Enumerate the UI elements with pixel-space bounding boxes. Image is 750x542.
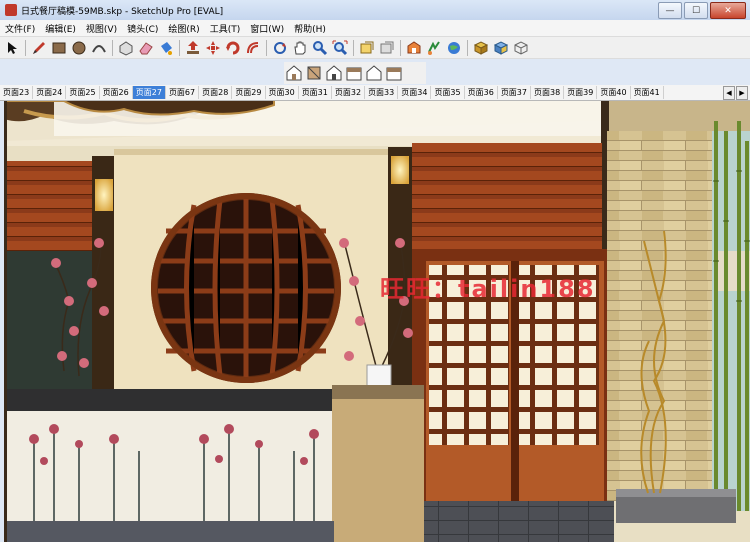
menu-window[interactable]: 窗口(W) (245, 22, 289, 35)
paint-bucket-icon[interactable] (157, 39, 175, 57)
right-view-icon[interactable] (345, 64, 363, 82)
next-view-icon[interactable] (378, 39, 396, 57)
toolbar-separator (179, 39, 180, 56)
scene-tab[interactable]: 页面35 (431, 86, 465, 99)
window-title: 日式餐厅稿模-59MB.skp - SketchUp Pro [EVAL] (21, 6, 224, 17)
scene-tab[interactable]: 页面24 (33, 86, 67, 99)
menu-help[interactable]: 帮助(H) (289, 22, 331, 35)
scene-tab[interactable]: 页面67 (166, 86, 200, 99)
scene-tab[interactable]: 页面31 (299, 86, 332, 99)
sketchup-window: 日式餐厅稿模-59MB.skp - SketchUp Pro [EVAL] — … (0, 0, 750, 542)
offset-icon[interactable] (244, 39, 262, 57)
toolbar-separator (25, 39, 26, 56)
front-view-icon[interactable] (325, 64, 343, 82)
tabs-scroll-right-icon[interactable]: ▶ (736, 86, 748, 100)
make-component-icon[interactable] (117, 39, 135, 57)
views-toolbar (284, 62, 426, 84)
extension-icon[interactable] (512, 39, 530, 57)
google-earth-icon[interactable] (445, 39, 463, 57)
zoom-extents-icon[interactable] (331, 39, 349, 57)
scene-tab[interactable]: 页面25 (66, 86, 100, 99)
scene-tab[interactable]: 页面40 (597, 86, 631, 99)
toolbar-separator (353, 39, 354, 56)
main-toolbar (0, 37, 750, 59)
move-icon[interactable] (204, 39, 222, 57)
scene-tab[interactable]: 页面29 (232, 86, 266, 99)
toolbar-separator (400, 39, 401, 56)
scene-tab[interactable]: 页面39 (564, 86, 598, 99)
pan-icon[interactable] (291, 39, 309, 57)
model-viewport[interactable]: 旺旺：tailin188 (4, 101, 750, 542)
left-view-icon[interactable] (385, 64, 403, 82)
rectangle-icon[interactable] (50, 39, 68, 57)
iso-view-icon[interactable] (285, 64, 303, 82)
eraser-icon[interactable] (137, 39, 155, 57)
previous-view-icon[interactable] (358, 39, 376, 57)
scene-tab[interactable]: 页面38 (531, 86, 565, 99)
scene-tab[interactable]: 页面28 (199, 86, 233, 99)
menu-file[interactable]: 文件(F) (0, 22, 40, 35)
menu-edit[interactable]: 编辑(E) (40, 22, 81, 35)
close-button[interactable]: ✕ (710, 2, 746, 19)
back-view-icon[interactable] (365, 64, 383, 82)
menu-camera[interactable]: 镜头(C) (122, 22, 163, 35)
minimize-button[interactable]: — (658, 2, 682, 19)
scene-tabs-bar: 页面23 页面24 页面25 页面26 页面27 页面67 页面28 页面29 … (0, 85, 750, 101)
share-component-icon[interactable] (492, 39, 510, 57)
toolbar-separator (266, 39, 267, 56)
menu-bar: 文件(F) 编辑(E) 视图(V) 镜头(C) 绘图(R) 工具(T) 窗口(W… (0, 20, 750, 37)
scene-tab[interactable]: 页面34 (398, 86, 432, 99)
scene-tab[interactable]: 页面30 (266, 86, 299, 99)
toolbar-separator (467, 39, 468, 56)
menu-tools[interactable]: 工具(T) (205, 22, 246, 35)
scene-tab[interactable]: 页面26 (100, 86, 133, 99)
menu-view[interactable]: 视图(V) (81, 22, 122, 35)
scene-tab[interactable]: 页面33 (365, 86, 399, 99)
select-icon[interactable] (3, 39, 21, 57)
scene-tab[interactable]: 页面41 (631, 86, 664, 99)
scene-tab[interactable]: 页面32 (332, 86, 366, 99)
arc-icon[interactable] (90, 39, 108, 57)
scene-tab-active[interactable]: 页面27 (132, 86, 166, 99)
scene-tab[interactable]: 页面37 (498, 86, 531, 99)
toolbar-separator (112, 39, 113, 56)
3d-warehouse-icon[interactable] (405, 39, 423, 57)
scene-tab[interactable]: 页面23 (0, 86, 34, 99)
maximize-button[interactable]: ☐ (684, 2, 708, 19)
tabs-scroll-left-icon[interactable]: ◀ (723, 86, 735, 100)
orbit-icon[interactable] (271, 39, 289, 57)
get-models-icon[interactable] (472, 39, 490, 57)
watermark-text: 旺旺：tailin188 (380, 275, 596, 303)
sketchup-app-icon (5, 4, 17, 16)
pencil-icon[interactable] (30, 39, 48, 57)
scene-tab[interactable]: 页面36 (465, 86, 498, 99)
share-model-icon[interactable] (425, 39, 443, 57)
title-bar: 日式餐厅稿模-59MB.skp - SketchUp Pro [EVAL] — … (0, 0, 750, 20)
rotate-icon[interactable] (224, 39, 242, 57)
top-view-icon[interactable] (305, 64, 323, 82)
circle-icon[interactable] (70, 39, 88, 57)
zoom-icon[interactable] (311, 39, 329, 57)
push-pull-icon[interactable] (184, 39, 202, 57)
menu-draw[interactable]: 绘图(R) (163, 22, 204, 35)
restaurant-render (4, 101, 750, 542)
